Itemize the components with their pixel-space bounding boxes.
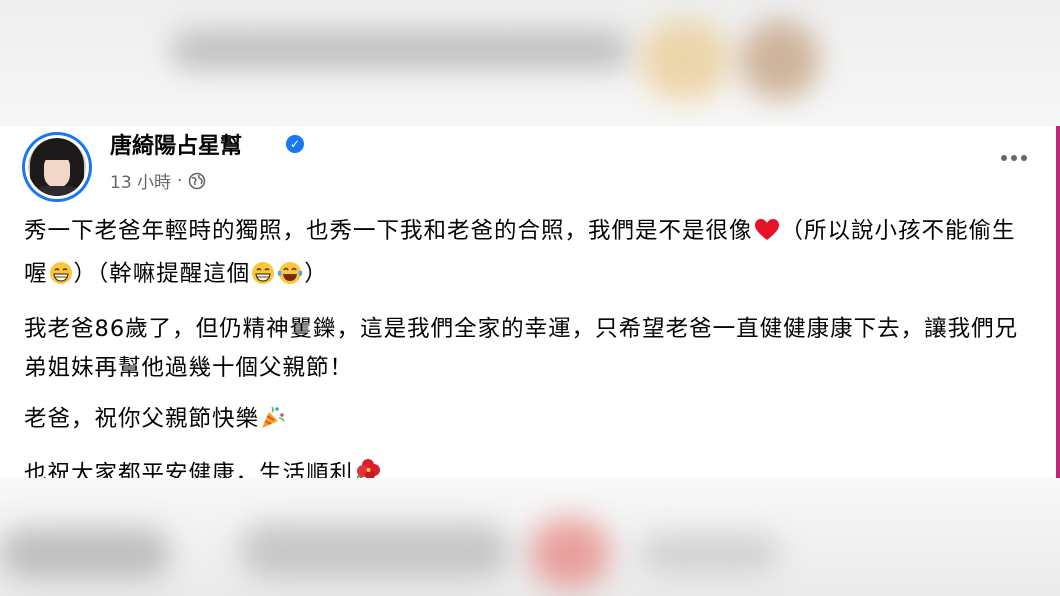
post-paragraph: 秀一下老爸年輕時的獨照，也秀一下我和老爸的合照，我們是不是很像 （所以說小孩不能偷… [24, 212, 1034, 298]
side-accent-line [1056, 126, 1060, 478]
blurred-background-top [0, 0, 1060, 126]
profile-photo [28, 138, 86, 196]
party-popper-emoji [260, 404, 286, 443]
globe-icon [188, 172, 206, 190]
post-timestamp[interactable]: 13 小時 [110, 168, 171, 193]
more-options-icon[interactable] [992, 144, 1036, 172]
grinning-emoji [251, 259, 275, 298]
avatar[interactable] [22, 132, 92, 202]
meta-separator: · [177, 170, 183, 191]
paragraph-text: ） [304, 261, 328, 287]
red-heart-emoji [754, 216, 780, 255]
paragraph-text: ）（幹嘛提醒這個 [73, 261, 251, 287]
post-body: 秀一下老爸年輕時的獨照，也秀一下我和老爸的合照，我們是不是很像 （所以說小孩不能偷… [24, 212, 1034, 510]
verified-badge-icon: ✓ [286, 135, 304, 153]
post-paragraph: 我老爸86歲了，但仍精神矍鑠，這是我們全家的幸運，只希望老爸一直健健康康下去，讓… [24, 316, 1019, 381]
blurred-background-bottom [0, 478, 1060, 596]
post-paragraph: 老爸，祝你父親節快樂 [24, 400, 1034, 443]
paragraph-text: 秀一下老爸年輕時的獨照，也秀一下我和老爸的合照，我們是不是很像 [24, 218, 753, 244]
tears-of-joy-emoji [277, 259, 303, 298]
grinning-emoji [49, 259, 73, 298]
facebook-post: 唐綺陽占星幫 ✓ 13 小時 · 秀一下老爸年輕時的獨照，也秀一下我和老爸的合照… [0, 126, 1056, 487]
page-name-link[interactable]: 唐綺陽占星幫 [110, 128, 242, 160]
paragraph-text: 老爸，祝你父親節快樂 [24, 406, 260, 432]
post-meta: 13 小時 · [110, 168, 206, 193]
